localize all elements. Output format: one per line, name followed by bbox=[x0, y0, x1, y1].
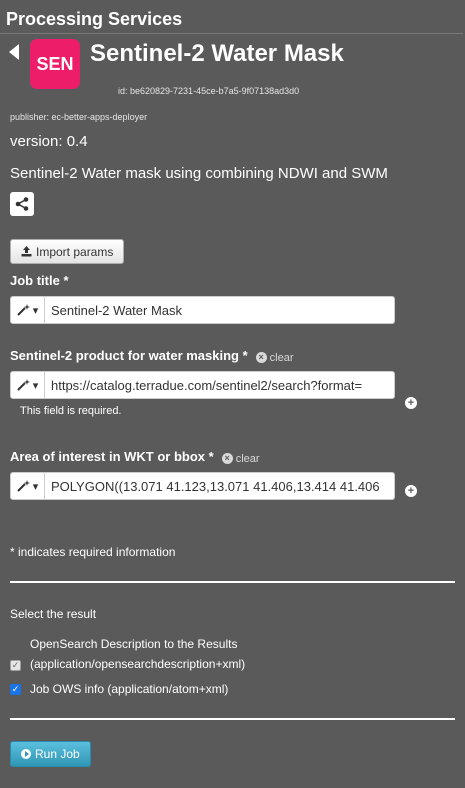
section-divider bbox=[10, 718, 455, 720]
upload-icon bbox=[21, 246, 32, 257]
panel-title: Processing Services bbox=[6, 9, 183, 29]
aoi-clear-label: clear bbox=[235, 452, 260, 465]
magic-wand-icon bbox=[17, 480, 30, 492]
app-logo: SEN bbox=[30, 39, 80, 89]
opensearch-label-line2: (application/opensearchdescription+xml) bbox=[30, 657, 246, 671]
app-id: id: be620829-7231-45ce-b7a5-9f07138ad3d0 bbox=[118, 86, 300, 96]
job-title-input[interactable] bbox=[45, 296, 395, 324]
aoi-wand-button[interactable]: ▾ bbox=[10, 472, 45, 500]
job-ows-label: Job OWS info (application/atom+xml) bbox=[30, 682, 229, 696]
aoi-label-row: Area of interest in WKT or bbox * × clear bbox=[10, 449, 260, 465]
product-wand-button[interactable]: ▾ bbox=[10, 371, 45, 399]
run-job-button[interactable]: Run Job bbox=[10, 741, 91, 767]
magic-wand-icon bbox=[17, 304, 30, 316]
header-divider bbox=[0, 33, 463, 34]
aoi-clear-link[interactable]: × clear bbox=[221, 452, 260, 465]
magic-wand-icon bbox=[17, 379, 30, 391]
product-add-icon[interactable]: + bbox=[405, 397, 417, 409]
aoi-label: Area of interest in WKT or bbox * bbox=[10, 449, 214, 464]
play-icon bbox=[21, 749, 31, 759]
share-button[interactable] bbox=[10, 192, 34, 216]
app-version: version: 0.4 bbox=[10, 133, 88, 150]
job-ows-checkbox[interactable]: ✓ bbox=[10, 683, 21, 695]
import-params-button[interactable]: Import params bbox=[10, 239, 125, 264]
job-title-input-group: ▾ bbox=[10, 296, 395, 324]
clear-icon: × bbox=[221, 453, 233, 464]
section-divider bbox=[10, 581, 455, 583]
result-option-job-ows: ✓ Job OWS info (application/atom+xml) bbox=[10, 679, 228, 699]
share-icon bbox=[15, 197, 29, 211]
aoi-input[interactable] bbox=[45, 472, 395, 500]
app-publisher: publisher: ec-better-apps-deployer bbox=[10, 112, 148, 122]
app-description: Sentinel-2 Water mask using combining ND… bbox=[10, 165, 388, 182]
import-params-label: Import params bbox=[36, 244, 114, 259]
aoi-input-group: ▾ bbox=[10, 472, 395, 500]
select-result-heading: Select the result bbox=[10, 607, 97, 621]
back-arrow-icon[interactable] bbox=[9, 44, 19, 60]
clear-icon: × bbox=[255, 352, 267, 363]
opensearch-checkbox[interactable]: ✓ bbox=[10, 660, 21, 671]
job-title-wand-button[interactable]: ▾ bbox=[10, 296, 45, 324]
chevron-down-icon: ▾ bbox=[32, 304, 39, 317]
product-clear-label: clear bbox=[269, 351, 294, 364]
run-job-label: Run Job bbox=[35, 747, 80, 761]
job-title-label: Job title * bbox=[10, 273, 69, 288]
chevron-down-icon: ▾ bbox=[32, 379, 39, 392]
product-label-row: Sentinel-2 product for water masking * × c… bbox=[10, 348, 294, 364]
chevron-down-icon: ▾ bbox=[32, 480, 39, 493]
product-clear-link[interactable]: × clear bbox=[255, 351, 294, 364]
app-title: Sentinel-2 Water Mask bbox=[90, 40, 344, 67]
opensearch-label-line1: OpenSearch Description to the Results bbox=[30, 637, 238, 651]
product-input[interactable] bbox=[45, 371, 395, 399]
required-info-note: * indicates required information bbox=[10, 545, 176, 559]
result-option-opensearch: ✓ OpenSearch Description to the Results … bbox=[10, 634, 245, 674]
aoi-add-icon[interactable]: + bbox=[405, 485, 417, 497]
product-label: Sentinel-2 product for water masking * bbox=[10, 348, 248, 363]
product-required-error: This field is required. bbox=[20, 405, 122, 417]
product-input-group: ▾ bbox=[10, 371, 395, 399]
processing-services-panel: Processing Services SEN Sentinel-2 Water… bbox=[0, 0, 465, 788]
